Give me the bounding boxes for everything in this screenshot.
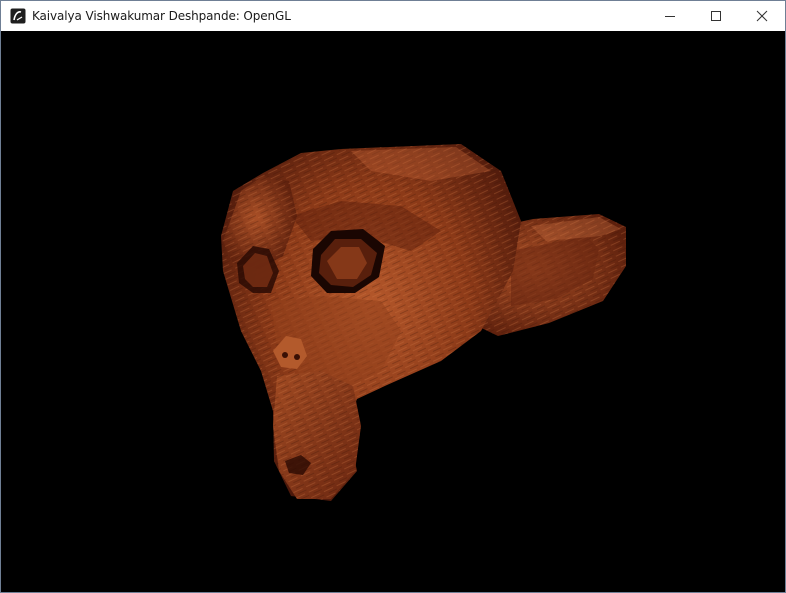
minimize-icon [665,16,675,17]
app-window: Kaivalya Vishwakumar Deshpande: OpenGL [0,0,786,593]
title-bar[interactable]: Kaivalya Vishwakumar Deshpande: OpenGL [1,1,785,31]
app-icon [10,8,26,24]
close-icon [756,10,768,22]
maximize-button[interactable] [693,1,739,31]
monkey-head-model [221,144,626,501]
maximize-icon [711,11,721,21]
window-controls [647,1,785,31]
render-canvas [221,144,626,501]
opengl-viewport[interactable] [1,31,785,592]
minimize-button[interactable] [647,1,693,31]
close-button[interactable] [739,1,785,31]
window-title: Kaivalya Vishwakumar Deshpande: OpenGL [32,9,291,23]
